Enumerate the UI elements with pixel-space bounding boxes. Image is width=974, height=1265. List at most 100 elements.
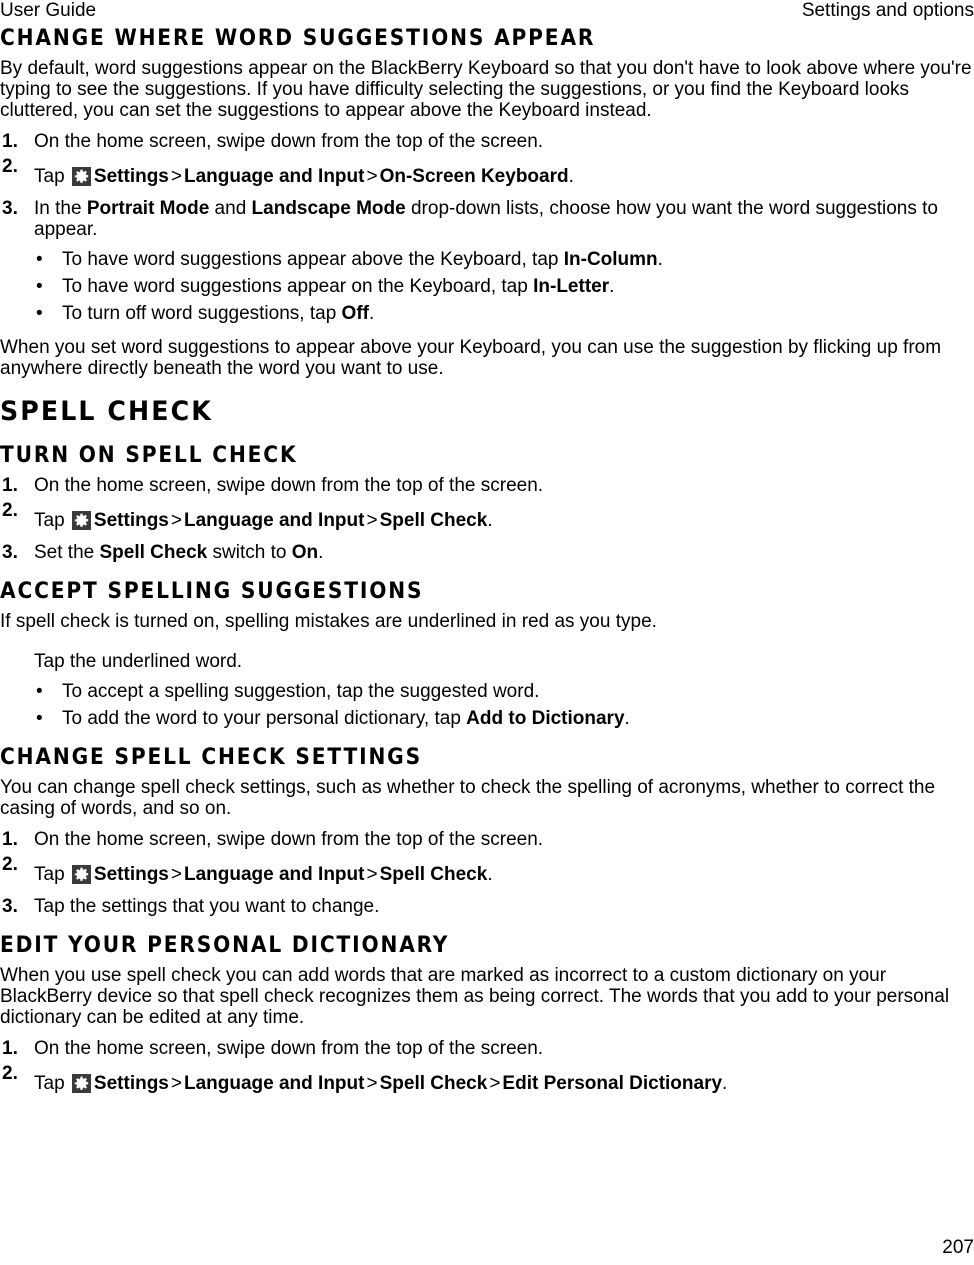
step-text-fragment: . — [318, 542, 324, 563]
step-text-fragment: In the — [34, 198, 87, 219]
bullet-list: • To accept a spelling suggestion, tap th… — [0, 681, 974, 729]
running-header-right: Settings and options — [801, 0, 974, 21]
step-text-fragment: Landscape Mode — [251, 198, 406, 219]
menu-path-separator: > — [170, 166, 182, 187]
step-text: Tap the settings that you want to change… — [34, 896, 380, 917]
step-item: 3. In the Portrait Mode and Landscape Mod… — [0, 198, 974, 240]
bullet-marker: • — [36, 303, 43, 324]
step-text: On the home screen, swipe down from the … — [34, 829, 544, 850]
bullet-item: • To add the word to your personal dictio… — [0, 708, 974, 729]
bullet-text-fragment: . — [657, 249, 663, 270]
menu-path-separator: > — [366, 510, 378, 531]
section-intro-paragraph: By default, word suggestions appear on t… — [0, 58, 972, 121]
section-intro-paragraph: If spell check is turned on, spelling mi… — [0, 611, 657, 632]
step-text-fragment: switch to — [207, 542, 292, 563]
bullet-marker: • — [36, 249, 43, 270]
menu-path-separator: > — [170, 1073, 182, 1094]
step-item: 1. On the home screen, swipe down from th… — [0, 829, 974, 850]
menu-path-item: Language and Input — [183, 510, 365, 531]
bullet-text-fragment: To have word suggestions appear above th… — [62, 249, 564, 270]
menu-path-item: Edit Personal Dictionary — [502, 1073, 723, 1094]
bullet-text-fragment: To turn off word suggestions, tap — [62, 303, 342, 324]
step-text-prefix: Tap — [34, 864, 70, 885]
document-page: User Guide Settings and options Change w… — [0, 0, 974, 1265]
menu-path-separator: > — [170, 864, 182, 885]
step-number: 1. — [2, 829, 18, 850]
step-text-suffix: . — [487, 510, 493, 531]
bullet-text-fragment: To add the word to your personal diction… — [62, 708, 467, 729]
menu-path-separator: > — [366, 1073, 378, 1094]
page-number: 207 — [942, 1237, 974, 1258]
numbered-step-list: 1. On the home screen, swipe down from th… — [0, 475, 974, 563]
bullet-item: • To accept a spelling suggestion, tap th… — [0, 681, 974, 702]
step-text-prefix: Tap — [34, 166, 70, 187]
settings-gear-icon — [71, 1074, 91, 1093]
settings-gear-icon — [71, 167, 91, 186]
menu-path-separator: > — [366, 166, 378, 187]
step-item: 3. Set the Spell Check switch to On. — [0, 542, 974, 563]
step-text: On the home screen, swipe down from the … — [34, 1038, 544, 1059]
step-text: On the home screen, swipe down from the … — [34, 131, 544, 152]
step-text: On the home screen, swipe down from the … — [34, 475, 544, 496]
bullet-text-fragment: To have word suggestions appear on the K… — [62, 276, 534, 297]
bullet-item: • To have word suggestions appear on the … — [0, 276, 974, 297]
bullet-text-fragment: . — [624, 708, 630, 729]
step-item: 3. Tap the settings that you want to chan… — [0, 896, 974, 917]
menu-path-separator: > — [366, 864, 378, 885]
bullet-item: • To have word suggestions appear above t… — [0, 249, 974, 270]
section-heading-edit-your-personal-dictionary: Edit your personal dictionary — [0, 933, 450, 958]
unnumbered-step: Tap the underlined word. — [34, 651, 243, 672]
numbered-step-list: 1. On the home screen, swipe down from th… — [0, 829, 974, 917]
bullet-text-fragment: . — [368, 303, 375, 324]
step-text-suffix: . — [722, 1073, 728, 1094]
section-heading-change-where-word-suggestions-appear: Change where word suggestions appear — [0, 26, 596, 51]
running-header: User Guide Settings and options — [0, 0, 974, 24]
menu-path-item: Language and Input — [183, 1073, 365, 1094]
step-number: 2. — [2, 854, 18, 875]
step-text-fragment: On — [291, 542, 319, 563]
step-text-fragment: Portrait Mode — [86, 198, 210, 219]
menu-path-item: Language and Input — [183, 864, 365, 885]
bullet-item: • To turn off word suggestions, tap Off. — [0, 303, 974, 324]
section-heading-turn-on-spell-check: Turn on spell check — [0, 443, 298, 468]
step-text-fragment: Spell Check — [99, 542, 208, 563]
step-text-fragment: Set the — [34, 542, 100, 563]
section-heading-spell-check: Spell check — [0, 396, 213, 427]
menu-path-item: Settings — [93, 864, 169, 885]
settings-gear-icon — [71, 511, 91, 530]
section-heading-change-spell-check-settings: Change spell check settings — [0, 745, 422, 770]
bullet-text-fragment: Add to Dictionary — [466, 708, 625, 729]
settings-gear-icon — [71, 865, 91, 884]
menu-path-item: Settings — [93, 166, 169, 187]
step-text-suffix: . — [487, 864, 493, 885]
step-item: 2. Tap Settings > Language and Input > Spell … — [0, 854, 974, 888]
running-header-left: User Guide — [0, 0, 97, 21]
step-number: 1. — [2, 1038, 18, 1059]
step-item: 2. Tap Settings > Language and Input > On-Scr… — [0, 156, 974, 190]
step-number: 1. — [2, 131, 18, 152]
bullet-text-fragment: In-Column — [563, 249, 658, 270]
bullet-text-fragment: In-Letter — [533, 276, 610, 297]
step-item: 1. On the home screen, swipe down from th… — [0, 131, 974, 152]
bullet-marker: • — [36, 708, 43, 729]
step-text-fragment: and — [209, 198, 252, 219]
step-number: 2. — [2, 156, 18, 177]
step-number: 3. — [2, 896, 18, 917]
bullet-marker: • — [36, 276, 43, 297]
step-text-prefix: Tap — [34, 1073, 70, 1094]
